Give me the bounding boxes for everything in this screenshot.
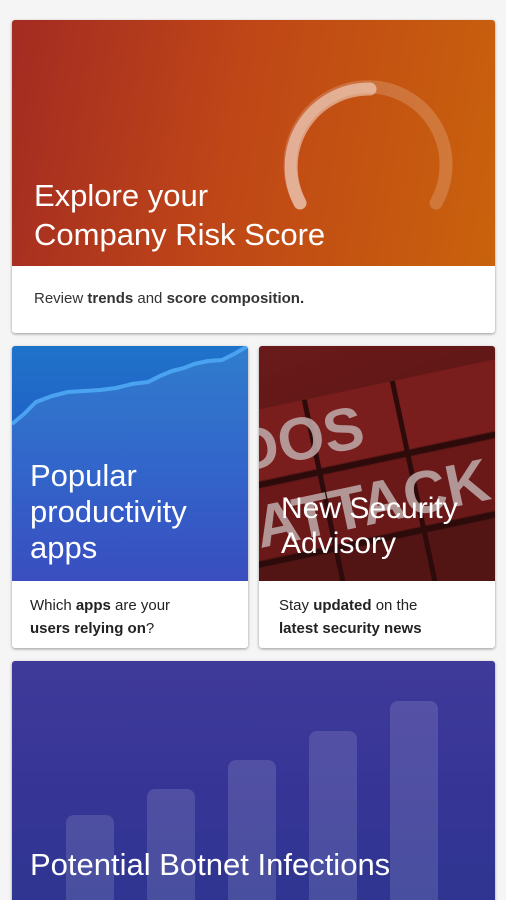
advisory-caption-line1: Stay updated on the [279, 594, 422, 617]
caption-segment: Stay [279, 597, 314, 614]
chart-bar [390, 701, 438, 900]
security-advisory-title: New Security Advisory [281, 491, 458, 561]
risk-score-title: Explore your Company Risk Score [34, 176, 325, 254]
apps-title-line2: productivity [30, 494, 187, 529]
caption-segment: Which [30, 597, 76, 614]
advisory-title-line2: Advisory [281, 527, 397, 560]
security-advisory-hero: DOS ATTACK New Security Advisory [259, 346, 495, 581]
caption-segment: trends [87, 290, 134, 307]
security-advisory-caption: Stay updated on the latest security news [279, 594, 422, 640]
caption-segment: apps [75, 597, 111, 614]
apps-caption-line2: users relying on? [30, 617, 170, 640]
advisory-caption-line2: latest security news [279, 617, 422, 640]
risk-title-line1: Explore your [34, 178, 209, 213]
risk-title-line2: Company Risk Score [34, 217, 326, 252]
productivity-apps-caption: Which apps are your users relying on? [30, 594, 170, 640]
risk-score-card[interactable]: Explore your Company Risk Score Review t… [12, 20, 495, 333]
apps-title-line1: Popular [30, 458, 137, 493]
security-advisory-card[interactable]: DOS ATTACK New Security Advisory Stay up… [259, 346, 495, 648]
productivity-apps-title: Popular productivity apps [30, 458, 187, 566]
productivity-apps-hero: Popular productivity apps [12, 346, 248, 581]
caption-segment: ? [145, 620, 155, 637]
caption-segment: and [133, 290, 167, 307]
caption-segment: users relying on [30, 620, 146, 637]
risk-score-hero: Explore your Company Risk Score [12, 20, 495, 266]
caption-segment: latest security news [279, 620, 422, 637]
apps-title-line3: apps [30, 530, 98, 565]
advisory-title-line1: New Security [281, 492, 458, 525]
caption-segment: score composition. [166, 290, 305, 307]
caption-segment: updated [313, 597, 372, 614]
caption-segment: Review [34, 290, 88, 307]
risk-score-caption: Review trends and score composition. [34, 290, 304, 307]
caption-segment: are your [110, 597, 171, 614]
caption-segment: on the [371, 597, 418, 614]
botnet-infections-title: Potential Botnet Infections [30, 847, 391, 882]
botnet-infections-card[interactable]: Potential Botnet Infections [12, 661, 495, 900]
apps-caption-line1: Which apps are your [30, 594, 170, 617]
productivity-apps-card[interactable]: Popular productivity apps Which apps are… [12, 346, 248, 648]
